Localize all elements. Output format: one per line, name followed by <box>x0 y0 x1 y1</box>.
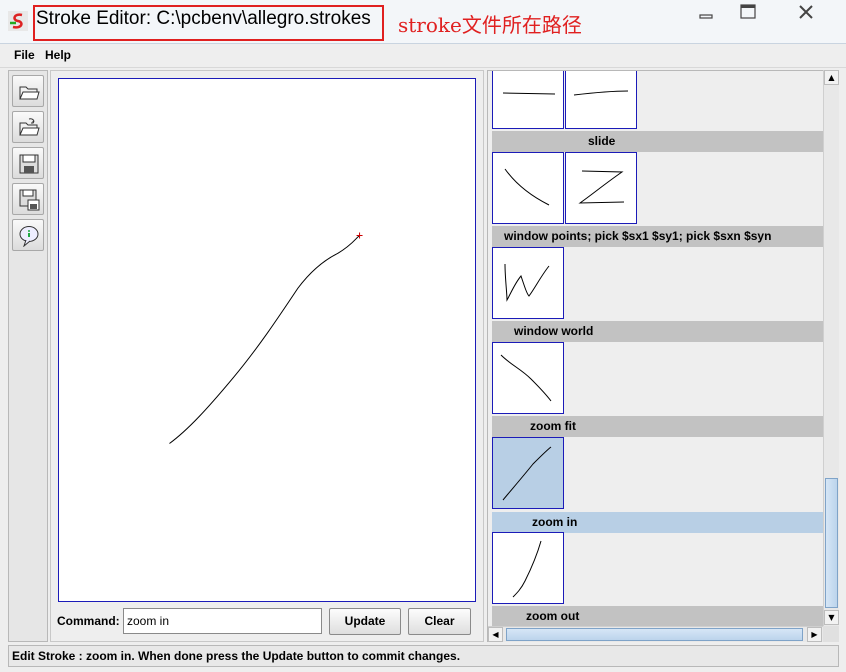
list-item[interactable]: window world <box>492 321 824 342</box>
stroke-caption: window points; pick $sx1 $sy1; pick $sxn… <box>504 229 772 243</box>
close-icon <box>799 5 813 19</box>
stroke-thumbnail[interactable] <box>492 71 564 129</box>
stroke-thumbnail[interactable] <box>492 532 564 604</box>
open-folder-icon <box>19 86 40 100</box>
stroke-list: slide window points; pick $sx1 $sy1; pic… <box>488 71 824 627</box>
stroke-thumbnail[interactable] <box>565 71 637 129</box>
scroll-left-button[interactable]: ◀ <box>488 627 503 642</box>
save-icon <box>19 154 39 174</box>
maximize-button[interactable] <box>732 2 764 28</box>
list-item[interactable]: zoom out <box>492 606 824 627</box>
stroke-caption: slide <box>588 134 616 148</box>
path-annotation: stroke文件所在路径 <box>398 13 582 37</box>
horizontal-scroll-thumb[interactable] <box>506 628 803 641</box>
list-item-selected[interactable]: zoom in <box>492 512 824 533</box>
close-button[interactable] <box>776 2 836 28</box>
stroke-list-panel: slide window points; pick $sx1 $sy1; pic… <box>487 70 839 642</box>
toolbar <box>8 70 48 642</box>
stroke-canvas[interactable] <box>58 78 476 602</box>
save-as-button[interactable] <box>12 183 44 215</box>
list-item[interactable]: window points; pick $sx1 $sy1; pick $sxn… <box>492 226 824 247</box>
title-highlight-box <box>33 5 384 41</box>
minimize-button[interactable] <box>690 2 722 28</box>
reload-folder-icon <box>19 118 40 136</box>
minimize-icon <box>699 14 713 19</box>
stroke-thumbnail[interactable] <box>492 247 564 319</box>
menu-help[interactable]: Help <box>45 48 71 62</box>
status-text: Edit Stroke : zoom in. When done press t… <box>12 649 461 663</box>
update-button[interactable]: Update <box>329 608 401 635</box>
command-label: Command: <box>57 614 120 628</box>
horizontal-scrollbar[interactable]: ◀ ▶ <box>488 626 823 642</box>
info-icon <box>19 226 39 247</box>
stroke-thumbnail-selected[interactable] <box>492 437 564 509</box>
vertical-scrollbar[interactable]: ▲ ▼ <box>823 70 839 626</box>
scroll-down-button[interactable]: ▼ <box>824 610 839 625</box>
info-button[interactable] <box>12 219 44 251</box>
stroke-caption: zoom fit <box>530 419 576 433</box>
list-item[interactable]: zoom fit <box>492 416 824 437</box>
save-button[interactable] <box>12 147 44 179</box>
maximize-icon <box>740 4 756 19</box>
stroke-caption: zoom in <box>532 515 578 529</box>
title-bar: Stroke Editor: C:\pcbenv\allegro.strokes… <box>0 0 846 44</box>
open-button[interactable] <box>12 75 44 107</box>
scroll-right-button[interactable]: ▶ <box>807 627 822 642</box>
stroke-thumbnail[interactable] <box>492 152 564 224</box>
scroll-corner <box>823 626 839 642</box>
clear-button-label: Clear <box>424 614 455 628</box>
reload-button[interactable] <box>12 111 44 143</box>
app-icon <box>8 11 28 31</box>
command-input[interactable] <box>123 608 322 634</box>
save-as-icon <box>19 189 40 211</box>
stroke-caption: window world <box>514 324 594 338</box>
status-bar: Edit Stroke : zoom in. When done press t… <box>8 645 839 667</box>
clear-button[interactable]: Clear <box>408 608 471 635</box>
vertical-scroll-thumb[interactable] <box>825 478 838 608</box>
scroll-up-button[interactable]: ▲ <box>824 70 839 85</box>
stroke-thumbnail[interactable] <box>565 152 637 224</box>
menu-bar: File Help <box>0 44 846 68</box>
drawn-stroke <box>169 235 360 444</box>
menu-file[interactable]: File <box>14 48 35 62</box>
list-item[interactable]: slide <box>492 131 824 152</box>
update-button-label: Update <box>344 614 386 628</box>
stroke-thumbnail[interactable] <box>492 342 564 414</box>
stroke-caption: zoom out <box>526 609 580 623</box>
